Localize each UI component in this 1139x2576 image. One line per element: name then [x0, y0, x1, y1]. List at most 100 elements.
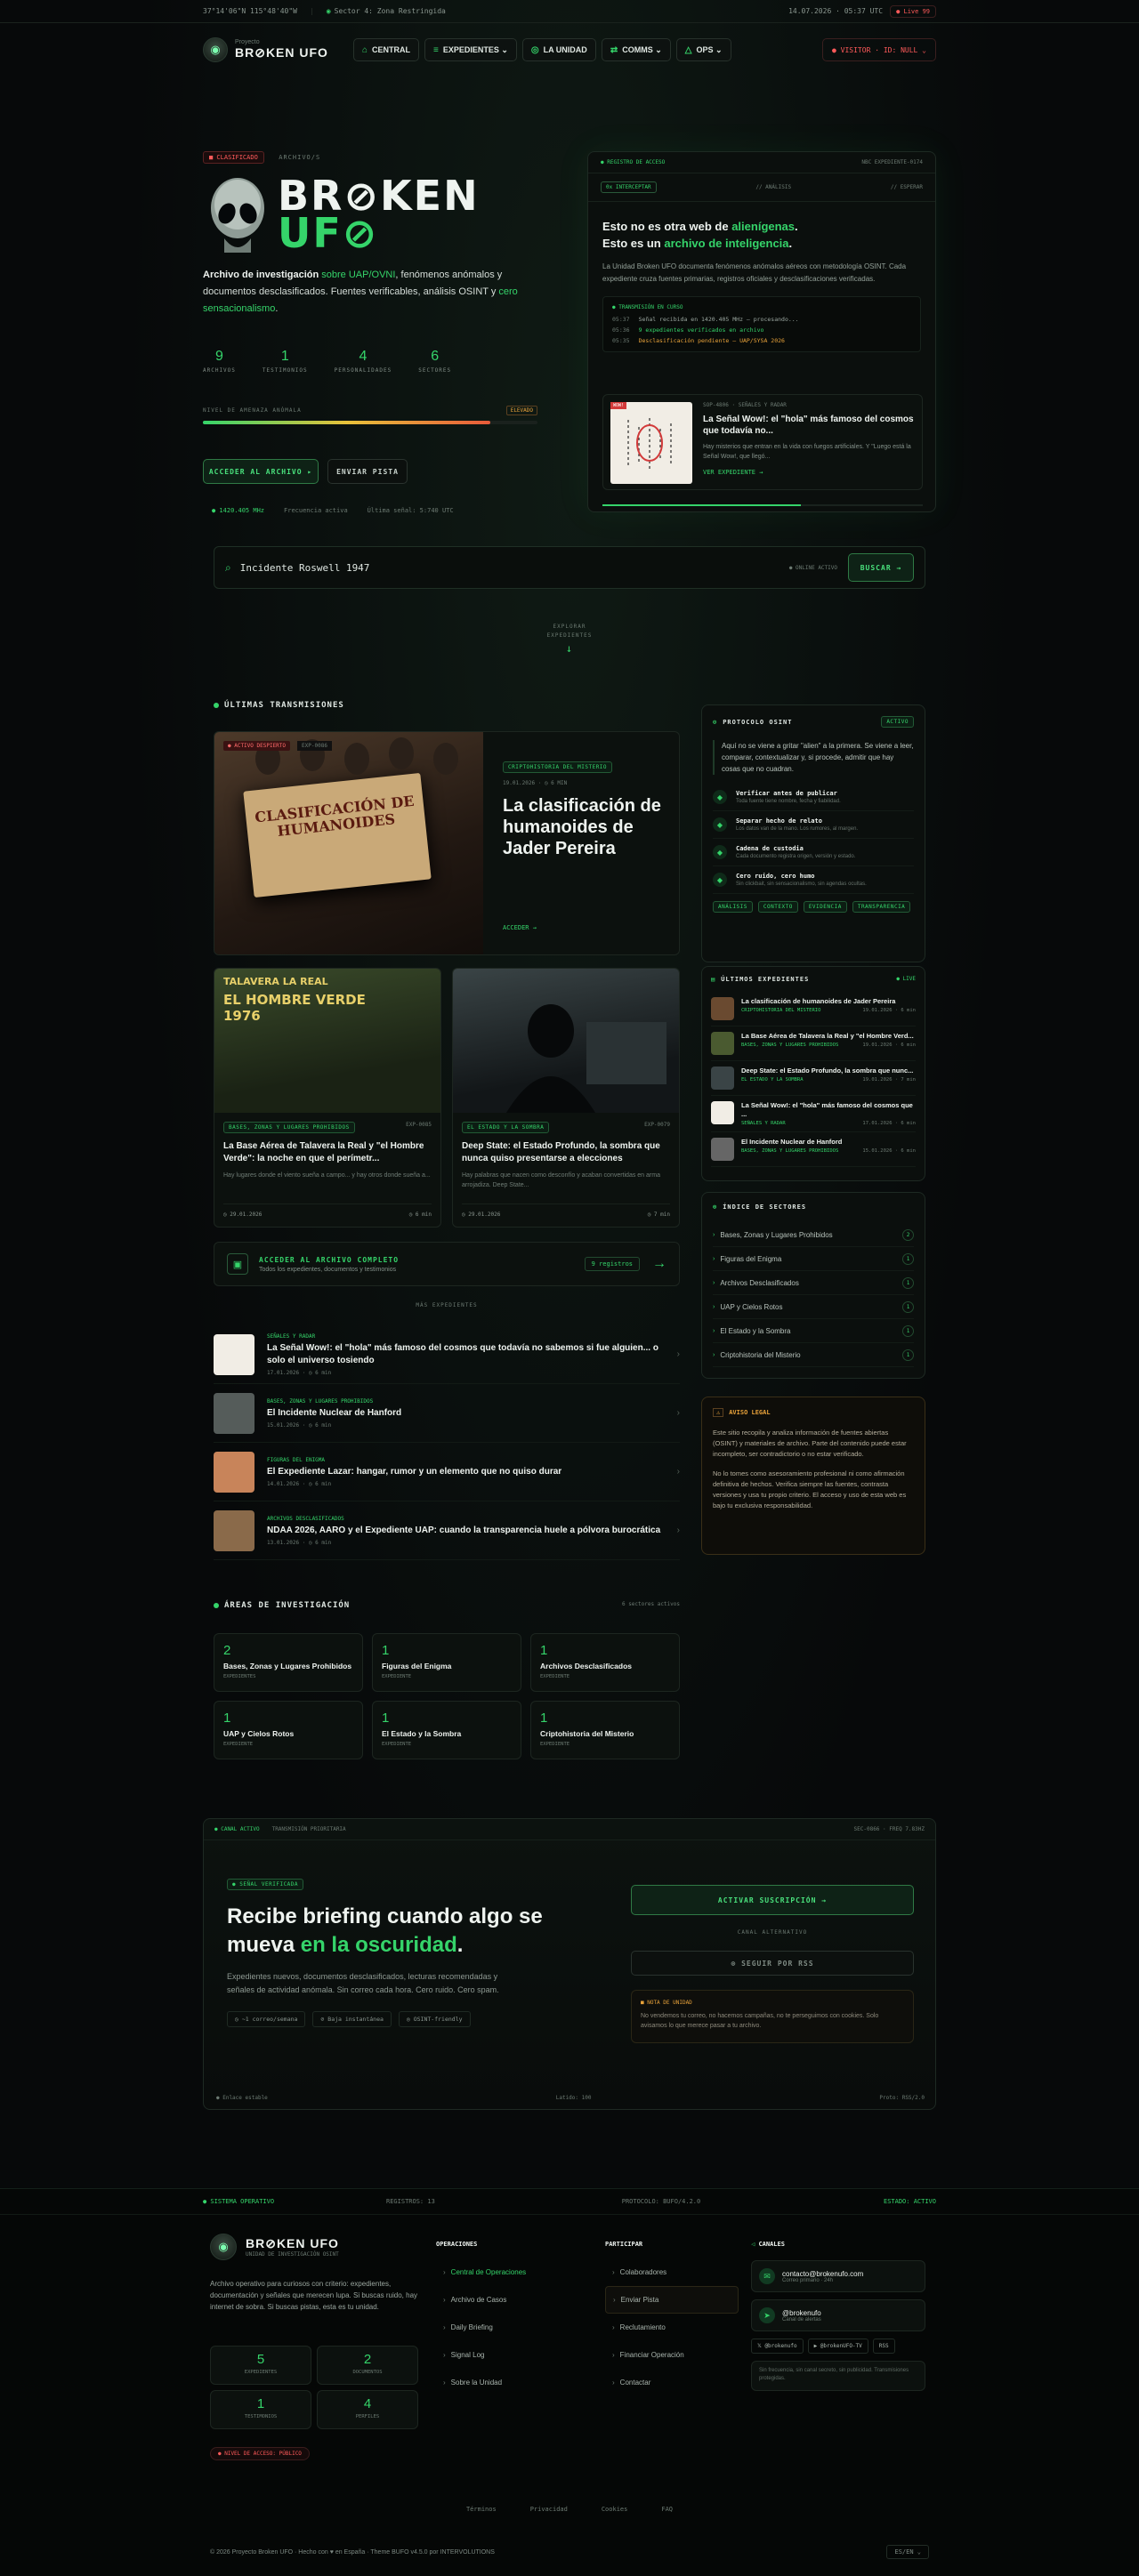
legal-link[interactable]: Términos — [466, 2506, 497, 2513]
search-bar: ⌕ ● ONLINE ACTIVO BUSCAR → — [214, 546, 925, 589]
access-archive-button[interactable]: ACCEDER AL ARCHIVO ▸ — [203, 459, 319, 484]
hero-description: Archivo de investigación sobre UAP/OVNI,… — [203, 270, 518, 314]
more-files-heading: MÁS EXPEDIENTES — [416, 1302, 478, 1308]
search-button[interactable]: BUSCAR → — [848, 553, 914, 582]
nav-item-2[interactable]: ◎ LA UNIDAD — [521, 38, 596, 61]
send-tip-button[interactable]: ENVIAR PISTA — [327, 459, 408, 484]
footer-link[interactable]: › Colaboradores — [605, 2258, 739, 2286]
legal-link[interactable]: FAQ — [661, 2506, 673, 2513]
hero-stat: 4 PERSONALIDADES — [335, 349, 392, 374]
footer-link[interactable]: › Daily Briefing — [436, 2314, 570, 2341]
article-card[interactable]: TALAVERA LA REAL EL HOMBRE VERDE 1976 BASES… — [214, 968, 441, 1228]
search-input[interactable] — [239, 561, 739, 574]
list-item[interactable]: ARCHIVOS DESCLASIFICADOS NDAA 2026, AARO … — [214, 1501, 680, 1560]
side-file-item[interactable]: La Base Aérea de Talavera la Real y "el … — [711, 1026, 916, 1061]
category-tag[interactable]: EL ESTADO Y LA SOMBRA — [462, 1122, 550, 1133]
utc-time: 14.07.2026 · 05:37 UTC — [788, 7, 884, 15]
nav-icon: ≡ — [433, 44, 439, 55]
social-link[interactable]: 𝕏 @brokenufo — [751, 2339, 804, 2354]
main-featured-card[interactable]: CLASIFICACIÓN DE HUMANOIDES ● ACTIVO DES… — [214, 731, 680, 955]
side-file-item[interactable]: El Incidente Nuclear de Hanford BASES, ZO… — [711, 1132, 916, 1167]
footer-link[interactable]: › Sobre la Unidad — [436, 2369, 570, 2396]
side-file-item[interactable]: La clasificación de humanoides de Jader … — [711, 992, 916, 1026]
nav-item-0[interactable]: ⌂ CENTRAL — [352, 38, 419, 61]
featured-file-card[interactable]: WOW! SOP-4806 · SEÑALES Y RADAR La Señal… — [602, 394, 923, 490]
stat-number: 4 — [359, 349, 368, 364]
footer-link[interactable]: › Central de Operaciones — [436, 2258, 570, 2286]
alien-logo-icon[interactable]: ◉ — [203, 37, 228, 62]
area-card[interactable]: 1 UAP y Cielos Rotos EXPEDIENTE — [214, 1701, 363, 1759]
risk-fill — [203, 421, 491, 424]
footer-link[interactable]: › Enviar Pista — [605, 2286, 739, 2314]
area-card[interactable]: 1 Figuras del Enigma EXPEDIENTE — [372, 1633, 521, 1692]
brand[interactable]: Proyecto BR⊘KEN UFO — [235, 39, 328, 60]
list-thumbnail — [214, 1392, 254, 1434]
protocol-tag[interactable]: ANÁLISIS — [713, 901, 753, 913]
legal-link[interactable]: Cookies — [602, 2506, 628, 2513]
sector-item[interactable]: › El Estado y la Sombra 1 — [713, 1319, 914, 1343]
footer-brand[interactable]: ◉ BR⊘KEN UFO UNIDAD DE INVESTIGACIÓN OSIN… — [210, 2234, 339, 2260]
visitor-menu[interactable]: ● VISITOR · ID: NULL ⌄ — [822, 38, 936, 61]
protocol-tag[interactable]: EVIDENCIA — [803, 901, 847, 913]
footer: ● SISTEMA OPERATIVO REGISTROS: 13 PROTOCOL… — [0, 2188, 1139, 2576]
area-card[interactable]: 1 Criptohistoria del Misterio EXPEDIENTE — [530, 1701, 680, 1759]
nav-item-3[interactable]: ⇄ COMMS ⌄ — [601, 38, 671, 61]
protocol-tag[interactable]: TRANSPARENCIA — [852, 901, 911, 913]
category-tag[interactable]: CRIPTOHISTORIA DEL MISTERIO — [503, 761, 613, 773]
list-item[interactable]: FIGURAS DEL ENIGMA El Expediente Lazar: h… — [214, 1443, 680, 1501]
sector-item[interactable]: › Figuras del Enigma 1 — [713, 1247, 914, 1271]
article-card[interactable]: EL ESTADO Y LA SOMBRA EXP-0079 Deep State:… — [452, 968, 680, 1228]
sector-item[interactable]: › Criptohistoria del Misterio 1 — [713, 1343, 914, 1367]
footer-link[interactable]: › Reclutamiento — [605, 2314, 739, 2341]
signal-info: ● 1420.405 MHz Frecuencia activa Última se… — [212, 507, 454, 514]
subscribe-field[interactable]: Sin frecuencia, sin canal secreto, sin p… — [751, 2361, 925, 2391]
nav-item-1[interactable]: ≡ EXPEDIENTES ⌄ — [424, 38, 517, 61]
footer-link[interactable]: › Signal Log — [436, 2341, 570, 2369]
social-link[interactable]: ▶ @brokenUFO-TV — [807, 2339, 868, 2354]
explore-hint[interactable]: EXPLORAR EXPEDIENTES ↓ — [534, 623, 605, 654]
list-item[interactable]: BASES, ZONAS Y LUGARES PROHIBIDOS El Inci… — [214, 1384, 680, 1443]
protocol-tag[interactable]: CONTEXTO — [757, 901, 798, 913]
legal-notice-panel: ⚠ AVISO LEGAL Este sitio recopila y anali… — [701, 1397, 925, 1555]
rss-button[interactable]: ⊚ SEGUIR POR RSS — [631, 1951, 914, 1976]
main-nav: ◉ Proyecto BR⊘KEN UFO ⌂ CENTRAL ≡ EXPEDIENT… — [203, 30, 936, 69]
intercept-tab[interactable]: 0x INTERCEPTAR — [601, 181, 657, 193]
live-badge[interactable]: ● Live 99 — [890, 4, 936, 18]
side-file-item[interactable]: La Señal Wow!: el "hola" más famoso del … — [711, 1096, 916, 1132]
protocol-item: ◆ Separar hecho de relato Los datos van de… — [713, 811, 914, 839]
footer-link[interactable]: › Financiar Operación — [605, 2341, 739, 2369]
area-card[interactable]: 2 Bases, Zonas y Lugares Prohibidos EXPEDI… — [214, 1633, 363, 1692]
area-card[interactable]: 1 Archivos Desclasificados EXPEDIENTE — [530, 1633, 680, 1692]
sectors-panel: ⊚ ÍNDICE DE SECTORES › Bases, Zonas y Luga… — [701, 1192, 925, 1379]
footer-link[interactable]: › Archivo de Casos — [436, 2286, 570, 2314]
social-link[interactable]: RSS — [872, 2339, 895, 2354]
list-item[interactable]: SEÑALES Y RADAR La Señal Wow!: el "hola" … — [214, 1325, 680, 1384]
category-tag[interactable]: BASES, ZONAS Y LUGARES PROHIBIDOS — [223, 1122, 355, 1133]
nav-icon: ⌂ — [361, 44, 368, 55]
legal-link[interactable]: Privacidad — [530, 2506, 568, 2513]
sector-item[interactable]: › Bases, Zonas y Lugares Prohibidos 2 — [713, 1223, 914, 1247]
chevron-right-icon: › — [676, 1467, 680, 1477]
chevron-right-icon: › — [713, 1303, 715, 1310]
nav-item-4[interactable]: △ OPS ⌄ — [675, 38, 731, 61]
email-channel[interactable]: ✉ contacto@brokenufo.com Correo primario ·… — [751, 2260, 925, 2292]
log-line: 05:36 9 expedientes verificados en archiv… — [612, 326, 764, 334]
coordinates: 37°14'06"N 115°48'40"W — [203, 7, 297, 15]
full-archive-banner[interactable]: ▣ ACCEDER AL ARCHIVO COMPLETO Todos los … — [214, 1242, 680, 1286]
side-file-item[interactable]: Deep State: el Estado Profundo, la sombr… — [711, 1061, 916, 1096]
language-select[interactable]: ES/EN ⌄ — [886, 2545, 929, 2559]
view-file-link[interactable]: VER EXPEDIENTE → — [703, 469, 915, 476]
alien-logo-icon: ◉ — [210, 2234, 237, 2260]
sector-item[interactable]: › Archivos Desclasificados 1 — [713, 1271, 914, 1295]
sector-item[interactable]: › UAP y Cielos Rotos 1 — [713, 1295, 914, 1319]
area-card[interactable]: 1 El Estado y la Sombra EXPEDIENTE — [372, 1701, 521, 1759]
telegram-channel[interactable]: ➤ @brokenufo Canal de alertas — [751, 2299, 925, 2331]
activate-subscription-button[interactable]: ACTIVAR SUSCRIPCIÓN → — [631, 1885, 914, 1915]
areas-header: ÁREAS DE INVESTIGACIÓN 6 sectores activo… — [214, 1601, 680, 1610]
footer-link[interactable]: › Contactar — [605, 2369, 739, 2396]
hero-badges: ■ CLASIFICADO ARCHIVO/S — [203, 148, 320, 164]
stat-number: 6 — [431, 349, 440, 364]
access-link[interactable]: ACCEDER → — [503, 924, 537, 931]
brand-small: Proyecto — [235, 39, 260, 45]
stat-number: 1 — [280, 349, 289, 364]
